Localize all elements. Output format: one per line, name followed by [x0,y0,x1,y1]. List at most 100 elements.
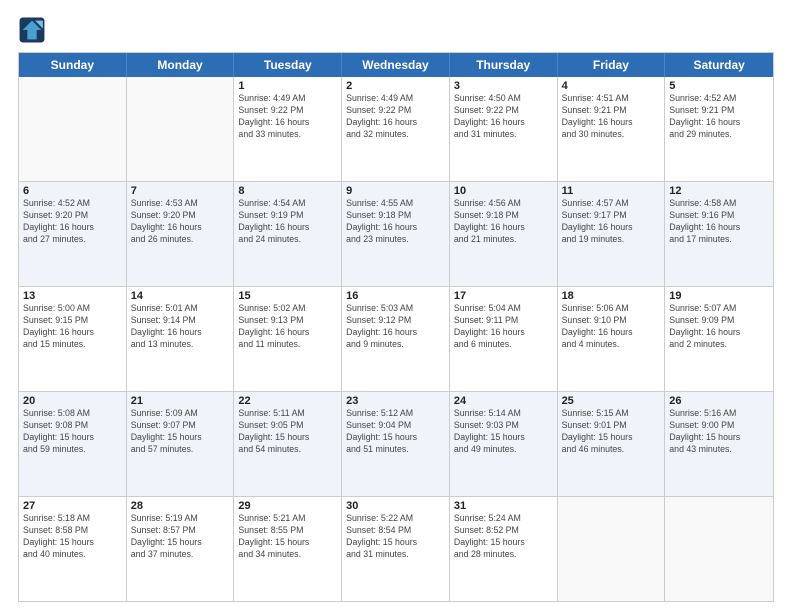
calendar-cell: 17Sunrise: 5:04 AM Sunset: 9:11 PM Dayli… [450,287,558,391]
day-info: Sunrise: 5:22 AM Sunset: 8:54 PM Dayligh… [346,513,445,561]
day-info: Sunrise: 5:03 AM Sunset: 9:12 PM Dayligh… [346,303,445,351]
calendar-cell: 13Sunrise: 5:00 AM Sunset: 9:15 PM Dayli… [19,287,127,391]
day-info: Sunrise: 4:57 AM Sunset: 9:17 PM Dayligh… [562,198,661,246]
calendar-cell: 10Sunrise: 4:56 AM Sunset: 9:18 PM Dayli… [450,182,558,286]
day-number: 14 [131,290,230,302]
day-info: Sunrise: 5:16 AM Sunset: 9:00 PM Dayligh… [669,408,769,456]
calendar-body: 1Sunrise: 4:49 AM Sunset: 9:22 PM Daylig… [19,77,773,601]
day-number: 15 [238,290,337,302]
day-number: 16 [346,290,445,302]
calendar-cell: 27Sunrise: 5:18 AM Sunset: 8:58 PM Dayli… [19,497,127,601]
weekday-header-friday: Friday [558,53,666,77]
calendar-cell: 20Sunrise: 5:08 AM Sunset: 9:08 PM Dayli… [19,392,127,496]
calendar-cell: 22Sunrise: 5:11 AM Sunset: 9:05 PM Dayli… [234,392,342,496]
day-info: Sunrise: 4:49 AM Sunset: 9:22 PM Dayligh… [346,93,445,141]
day-info: Sunrise: 5:01 AM Sunset: 9:14 PM Dayligh… [131,303,230,351]
day-number: 25 [562,395,661,407]
calendar-row-3: 13Sunrise: 5:00 AM Sunset: 9:15 PM Dayli… [19,286,773,391]
calendar-cell: 11Sunrise: 4:57 AM Sunset: 9:17 PM Dayli… [558,182,666,286]
calendar-cell: 3Sunrise: 4:50 AM Sunset: 9:22 PM Daylig… [450,77,558,181]
calendar-cell [665,497,773,601]
day-info: Sunrise: 4:49 AM Sunset: 9:22 PM Dayligh… [238,93,337,141]
calendar-cell: 4Sunrise: 4:51 AM Sunset: 9:21 PM Daylig… [558,77,666,181]
day-number: 21 [131,395,230,407]
calendar-cell: 31Sunrise: 5:24 AM Sunset: 8:52 PM Dayli… [450,497,558,601]
day-info: Sunrise: 5:09 AM Sunset: 9:07 PM Dayligh… [131,408,230,456]
day-number: 11 [562,185,661,197]
day-info: Sunrise: 4:56 AM Sunset: 9:18 PM Dayligh… [454,198,553,246]
calendar-header: SundayMondayTuesdayWednesdayThursdayFrid… [19,53,773,77]
day-info: Sunrise: 5:02 AM Sunset: 9:13 PM Dayligh… [238,303,337,351]
day-number: 10 [454,185,553,197]
calendar-cell: 23Sunrise: 5:12 AM Sunset: 9:04 PM Dayli… [342,392,450,496]
day-number: 27 [23,500,122,512]
day-number: 2 [346,80,445,92]
calendar-cell: 7Sunrise: 4:53 AM Sunset: 9:20 PM Daylig… [127,182,235,286]
calendar-cell [127,77,235,181]
day-number: 18 [562,290,661,302]
calendar-cell: 5Sunrise: 4:52 AM Sunset: 9:21 PM Daylig… [665,77,773,181]
weekday-header-tuesday: Tuesday [234,53,342,77]
day-info: Sunrise: 5:18 AM Sunset: 8:58 PM Dayligh… [23,513,122,561]
calendar-cell: 14Sunrise: 5:01 AM Sunset: 9:14 PM Dayli… [127,287,235,391]
day-info: Sunrise: 5:04 AM Sunset: 9:11 PM Dayligh… [454,303,553,351]
calendar-cell: 6Sunrise: 4:52 AM Sunset: 9:20 PM Daylig… [19,182,127,286]
weekday-header-sunday: Sunday [19,53,127,77]
day-info: Sunrise: 4:53 AM Sunset: 9:20 PM Dayligh… [131,198,230,246]
day-number: 29 [238,500,337,512]
day-number: 9 [346,185,445,197]
day-number: 22 [238,395,337,407]
day-info: Sunrise: 4:55 AM Sunset: 9:18 PM Dayligh… [346,198,445,246]
day-number: 12 [669,185,769,197]
day-info: Sunrise: 5:06 AM Sunset: 9:10 PM Dayligh… [562,303,661,351]
weekday-header-thursday: Thursday [450,53,558,77]
calendar-row-2: 6Sunrise: 4:52 AM Sunset: 9:20 PM Daylig… [19,181,773,286]
day-number: 6 [23,185,122,197]
day-number: 17 [454,290,553,302]
day-info: Sunrise: 5:15 AM Sunset: 9:01 PM Dayligh… [562,408,661,456]
day-number: 19 [669,290,769,302]
day-info: Sunrise: 4:51 AM Sunset: 9:21 PM Dayligh… [562,93,661,141]
day-number: 8 [238,185,337,197]
calendar-cell [19,77,127,181]
calendar-cell: 29Sunrise: 5:21 AM Sunset: 8:55 PM Dayli… [234,497,342,601]
day-info: Sunrise: 4:54 AM Sunset: 9:19 PM Dayligh… [238,198,337,246]
logo [18,16,48,44]
day-number: 28 [131,500,230,512]
weekday-header-saturday: Saturday [665,53,773,77]
day-number: 26 [669,395,769,407]
day-info: Sunrise: 4:50 AM Sunset: 9:22 PM Dayligh… [454,93,553,141]
day-info: Sunrise: 5:14 AM Sunset: 9:03 PM Dayligh… [454,408,553,456]
calendar: SundayMondayTuesdayWednesdayThursdayFrid… [18,52,774,602]
header [18,16,774,44]
day-number: 7 [131,185,230,197]
logo-icon [18,16,46,44]
calendar-cell: 15Sunrise: 5:02 AM Sunset: 9:13 PM Dayli… [234,287,342,391]
weekday-header-monday: Monday [127,53,235,77]
calendar-cell: 26Sunrise: 5:16 AM Sunset: 9:00 PM Dayli… [665,392,773,496]
calendar-cell: 30Sunrise: 5:22 AM Sunset: 8:54 PM Dayli… [342,497,450,601]
calendar-row-1: 1Sunrise: 4:49 AM Sunset: 9:22 PM Daylig… [19,77,773,181]
day-info: Sunrise: 5:08 AM Sunset: 9:08 PM Dayligh… [23,408,122,456]
calendar-cell: 2Sunrise: 4:49 AM Sunset: 9:22 PM Daylig… [342,77,450,181]
page: SundayMondayTuesdayWednesdayThursdayFrid… [0,0,792,612]
calendar-cell: 9Sunrise: 4:55 AM Sunset: 9:18 PM Daylig… [342,182,450,286]
calendar-cell: 24Sunrise: 5:14 AM Sunset: 9:03 PM Dayli… [450,392,558,496]
day-number: 31 [454,500,553,512]
day-info: Sunrise: 5:11 AM Sunset: 9:05 PM Dayligh… [238,408,337,456]
calendar-row-4: 20Sunrise: 5:08 AM Sunset: 9:08 PM Dayli… [19,391,773,496]
day-number: 24 [454,395,553,407]
calendar-cell: 21Sunrise: 5:09 AM Sunset: 9:07 PM Dayli… [127,392,235,496]
calendar-cell: 16Sunrise: 5:03 AM Sunset: 9:12 PM Dayli… [342,287,450,391]
day-info: Sunrise: 5:12 AM Sunset: 9:04 PM Dayligh… [346,408,445,456]
calendar-cell: 19Sunrise: 5:07 AM Sunset: 9:09 PM Dayli… [665,287,773,391]
weekday-header-wednesday: Wednesday [342,53,450,77]
day-number: 20 [23,395,122,407]
day-info: Sunrise: 5:19 AM Sunset: 8:57 PM Dayligh… [131,513,230,561]
day-number: 3 [454,80,553,92]
day-info: Sunrise: 4:58 AM Sunset: 9:16 PM Dayligh… [669,198,769,246]
day-info: Sunrise: 5:00 AM Sunset: 9:15 PM Dayligh… [23,303,122,351]
day-info: Sunrise: 5:21 AM Sunset: 8:55 PM Dayligh… [238,513,337,561]
day-info: Sunrise: 4:52 AM Sunset: 9:20 PM Dayligh… [23,198,122,246]
day-number: 5 [669,80,769,92]
